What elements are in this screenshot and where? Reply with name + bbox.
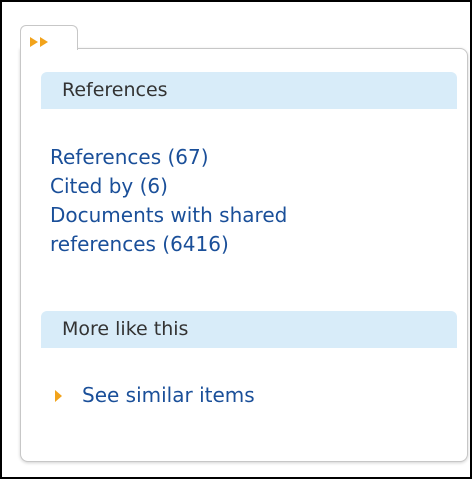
more-like-this-section-header: More like this	[41, 311, 457, 348]
references-link-list: References (67) Cited by (6) Documents w…	[50, 143, 410, 259]
sidebar-panel: References References (67) Cited by (6) …	[20, 48, 468, 462]
more-like-this-section-title: More like this	[62, 318, 189, 340]
references-count: (67)	[167, 145, 209, 169]
triangle-right-icon	[55, 390, 62, 402]
references-section-title: References	[62, 79, 168, 101]
cited-by-link[interactable]: Cited by (6)	[50, 172, 410, 201]
cited-by-link-label[interactable]: Cited by	[50, 174, 133, 198]
shared-references-link[interactable]: Documents with shared	[50, 201, 410, 230]
references-section-header: References	[41, 72, 457, 109]
shared-references-count: (6416)	[162, 232, 229, 256]
shared-references-link-label-line2[interactable]: references	[50, 232, 156, 256]
shared-references-link-label-line1[interactable]: Documents with shared	[50, 203, 287, 227]
shared-references-link-continued[interactable]: references (6416)	[50, 230, 410, 259]
see-similar-items-label[interactable]: See similar items	[82, 383, 255, 407]
see-similar-items-link[interactable]: See similar items	[55, 380, 255, 410]
references-link-label[interactable]: References	[50, 145, 161, 169]
double-chevron-right-icon	[30, 37, 48, 47]
tab-joint	[21, 47, 75, 50]
references-link[interactable]: References (67)	[50, 143, 410, 172]
cited-by-count: (6)	[139, 174, 168, 198]
